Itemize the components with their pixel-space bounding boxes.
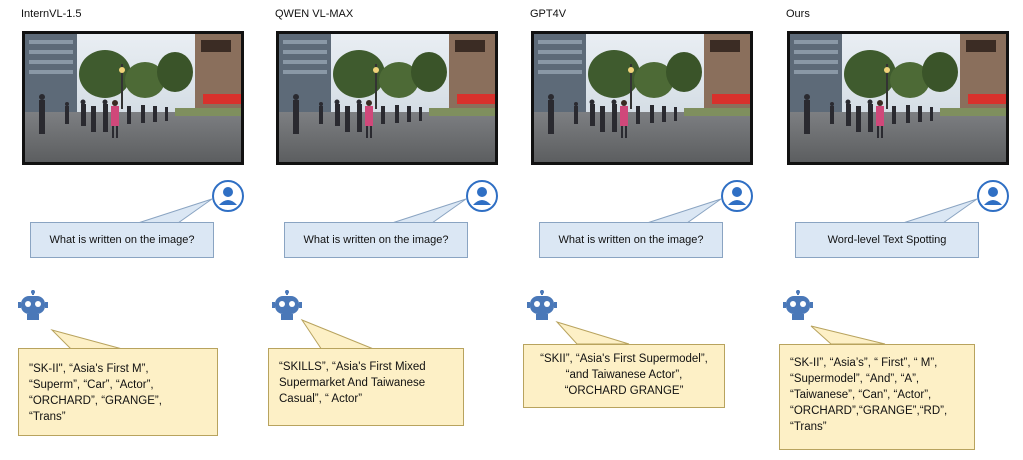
column-gpt4v: GPT4V What is written on the image? “SKI… <box>523 0 777 460</box>
street-photo <box>531 31 753 165</box>
model-title: QWEN VL-MAX <box>275 8 354 20</box>
robot-icon <box>783 290 813 320</box>
column-ours: Ours Word-level Text Spotting “SK-II”, “… <box>779 0 1023 460</box>
model-title: InternVL-1.5 <box>21 8 82 20</box>
answer-bubble-tail <box>555 320 630 345</box>
answer-line: Casual”, “ Actor” <box>279 393 363 405</box>
street-photo <box>276 31 498 165</box>
robot-icon <box>527 290 557 320</box>
answer-bubble: “SKII”, “Asia's First Supermodel”, “and … <box>523 344 725 408</box>
answer-line: “and Taiwanese Actor”, <box>565 369 683 381</box>
question-text: What is written on the image? <box>49 234 195 246</box>
answer-line: “ORCHARD GRANGE” <box>564 385 684 397</box>
answer-line: “Trans” <box>29 411 66 423</box>
question-bubble: What is written on the image? <box>30 222 214 258</box>
question-bubble: What is written on the image? <box>539 222 723 258</box>
answer-line: “Taiwanese”, “Can”, “Actor”, <box>790 389 932 401</box>
street-photo <box>787 31 1009 165</box>
question-text: What is written on the image? <box>303 234 449 246</box>
user-avatar-icon <box>977 180 1009 212</box>
user-avatar-icon <box>212 180 244 212</box>
question-text: What is written on the image? <box>558 234 704 246</box>
answer-bubble-tail <box>810 325 886 345</box>
user-avatar-icon <box>721 180 753 212</box>
answer-line: “SKILLS”, “Asia's First Mixed <box>279 361 426 373</box>
answer-line: Supermarket And Taiwanese <box>279 377 426 389</box>
answer-line: “SK-II”, “Asia’s”, “ First”, “ M”, <box>790 357 938 369</box>
answer-bubble: "SK-II", “Asia's First M”, “Superm”, “Ca… <box>18 348 218 436</box>
answer-bubble: “SK-II”, “Asia’s”, “ First”, “ M”, “Supe… <box>779 344 975 450</box>
answer-line: “Superm”, “Car”, “Actor”, <box>29 379 154 391</box>
answer-line: “ORCHARD”,“GRANGE”,“RD”, <box>790 405 948 417</box>
answer-line: “SKII”, “Asia's First Supermodel”, <box>540 353 708 365</box>
answer-line: “Supermodel”, “And”, “A”, <box>790 373 920 385</box>
answer-line: “Trans” <box>790 421 827 433</box>
question-text: Word-level Text Spotting <box>827 234 947 246</box>
question-bubble: Word-level Text Spotting <box>795 222 979 258</box>
model-title: Ours <box>786 8 810 20</box>
answer-bubble-tail <box>300 318 377 351</box>
answer-line: “ORCHARD”, “GRANGE”, <box>29 395 162 407</box>
answer-line: "SK-II", “Asia's First M”, <box>29 363 149 375</box>
user-avatar-icon <box>466 180 498 212</box>
column-internvl: InternVL-1.5 What is written on the imag… <box>18 0 268 460</box>
column-qwen: QWEN VL-MAX What is written on the image… <box>268 0 522 460</box>
answer-bubble: “SKILLS”, “Asia's First Mixed Supermarke… <box>268 348 464 426</box>
street-photo <box>22 31 244 165</box>
model-title: GPT4V <box>530 8 567 20</box>
robot-icon <box>18 290 48 320</box>
question-bubble: What is written on the image? <box>284 222 468 258</box>
